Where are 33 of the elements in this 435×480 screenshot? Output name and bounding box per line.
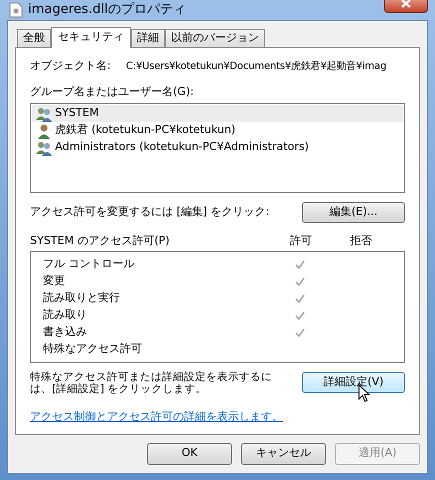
permission-name: 書き込み [43, 324, 88, 340]
file-icon [9, 2, 23, 18]
permission-name: 読み取り [43, 307, 88, 324]
advanced-hint: 特殊なアクセス許可または詳細設定を表示するには、[詳細設定] をクリックします。 [30, 371, 273, 395]
group-list-item[interactable]: SYSTEM [32, 105, 403, 122]
permission-name: 特殊なアクセス許可 [43, 341, 143, 358]
tab[interactable]: 全般 [17, 28, 51, 46]
close-button[interactable] [384, 0, 428, 14]
dialog-button[interactable]: OK [147, 442, 232, 464]
groups-label: グループ名またはユーザー名(G): [30, 84, 195, 100]
deny-header: 拒否 [349, 232, 373, 249]
close-icon [401, 0, 411, 8]
permission-name: 変更 [43, 273, 66, 290]
object-name-label: オブジェクト名: [30, 58, 112, 74]
group-list-item[interactable]: Administrators (kotetukun-PC¥Administrators) [32, 139, 403, 156]
tab[interactable]: 以前のバージョン [165, 28, 265, 46]
permissions-label: SYSTEM のアクセス許可(P) [30, 232, 171, 249]
users-icon [36, 140, 52, 156]
user-icon [36, 122, 52, 138]
users-icon [36, 106, 52, 122]
advanced-button[interactable]: 詳細設定(V) [302, 372, 405, 393]
edit-hint: アクセス許可を変更するには [編集] をクリック: [30, 204, 270, 220]
dialog-button[interactable]: キャンセル [241, 442, 326, 464]
window-title: imageres.dllのプロパティ [28, 1, 186, 19]
help-link[interactable]: アクセス制御とアクセス許可の詳細を表示します。 [30, 409, 283, 426]
tab[interactable]: セキュリティ [51, 26, 131, 48]
edit-button[interactable]: 編集(E)... [302, 202, 405, 223]
object-name-value: C:¥Users¥kotetukun¥Documents¥虎鉄君¥起動音¥imag [126, 60, 386, 74]
tab[interactable]: 詳細 [131, 28, 165, 46]
group-list-item[interactable]: 虎鉄君 (kotetukun-PC¥kotetukun) [32, 122, 403, 139]
permission-name: フル コントロール [43, 256, 136, 272]
allow-header: 許可 [289, 232, 313, 249]
permission-name: 読み取りと実行 [43, 290, 121, 306]
